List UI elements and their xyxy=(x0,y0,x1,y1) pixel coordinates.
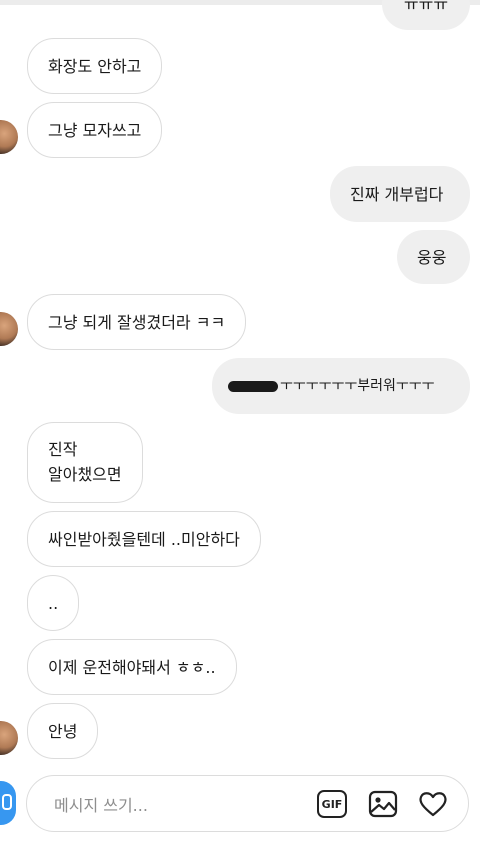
message-text: 싸인받아줬을텐데 ..미안하다 xyxy=(48,529,240,549)
message-text: 그냥 되게 잘생겼더라 ㅋㅋ xyxy=(48,312,226,332)
image-icon[interactable] xyxy=(367,788,399,820)
message-bubble-incoming[interactable]: 이제 운전해야돼서 ㅎㅎ.. xyxy=(27,639,237,695)
camera-button[interactable] xyxy=(0,781,16,825)
message-text: .. xyxy=(48,593,59,613)
camera-icon xyxy=(2,794,12,810)
redaction-scribble xyxy=(228,380,278,392)
message-input[interactable]: 메시지 쓰기... xyxy=(54,792,148,816)
message-text: 화장도 안하고 xyxy=(48,56,142,76)
message-bubble-outgoing[interactable]: 웅웅 xyxy=(397,230,470,284)
message-text: ㅠㅠㅠ xyxy=(403,0,449,14)
message-composer[interactable]: 메시지 쓰기... GIF xyxy=(26,775,469,832)
message-text: 그냥 모자쓰고 xyxy=(48,120,142,140)
message-text-line: 진작 xyxy=(48,440,78,459)
message-bubble-outgoing[interactable]: 진짜 개부럽다 xyxy=(330,166,470,222)
message-bubble-incoming[interactable]: 싸인받아줬을텐데 ..미안하다 xyxy=(27,511,261,567)
message-bubble-incoming[interactable]: 진작 알아챘으면 xyxy=(27,422,143,503)
message-bubble-incoming[interactable]: .. xyxy=(27,575,80,631)
message-bubble-outgoing[interactable]: ㅜㅜㅜㅜㅜㅜ부러워ㅜㅜㅜ xyxy=(212,358,470,414)
heart-icon[interactable] xyxy=(417,788,449,820)
message-bubble-outgoing[interactable]: ㅠㅠㅠ xyxy=(382,0,470,30)
message-bubble-incoming[interactable]: 그냥 되게 잘생겼더라 ㅋㅋ xyxy=(27,294,247,350)
message-bubble-incoming[interactable]: 안녕 xyxy=(27,703,99,759)
message-text: ㅜㅜㅜㅜㅜㅜ부러워ㅜㅜㅜ xyxy=(280,377,435,394)
sender-avatar[interactable] xyxy=(0,120,18,154)
message-text: 진짜 개부럽다 xyxy=(350,184,444,204)
message-text: 웅웅 xyxy=(417,247,447,267)
message-bubble-incoming[interactable]: 그냥 모자쓰고 xyxy=(27,102,163,158)
message-text-line: 알아챘으면 xyxy=(48,465,122,484)
message-text: 안녕 xyxy=(48,721,78,741)
sender-avatar[interactable] xyxy=(0,721,18,755)
message-bubble-incoming[interactable]: 화장도 안하고 xyxy=(27,38,163,94)
gif-label: GIF xyxy=(321,797,343,811)
message-text: 이제 운전해야돼서 ㅎㅎ.. xyxy=(48,657,216,677)
gif-icon[interactable]: GIF xyxy=(317,790,347,818)
sender-avatar[interactable] xyxy=(0,312,18,346)
